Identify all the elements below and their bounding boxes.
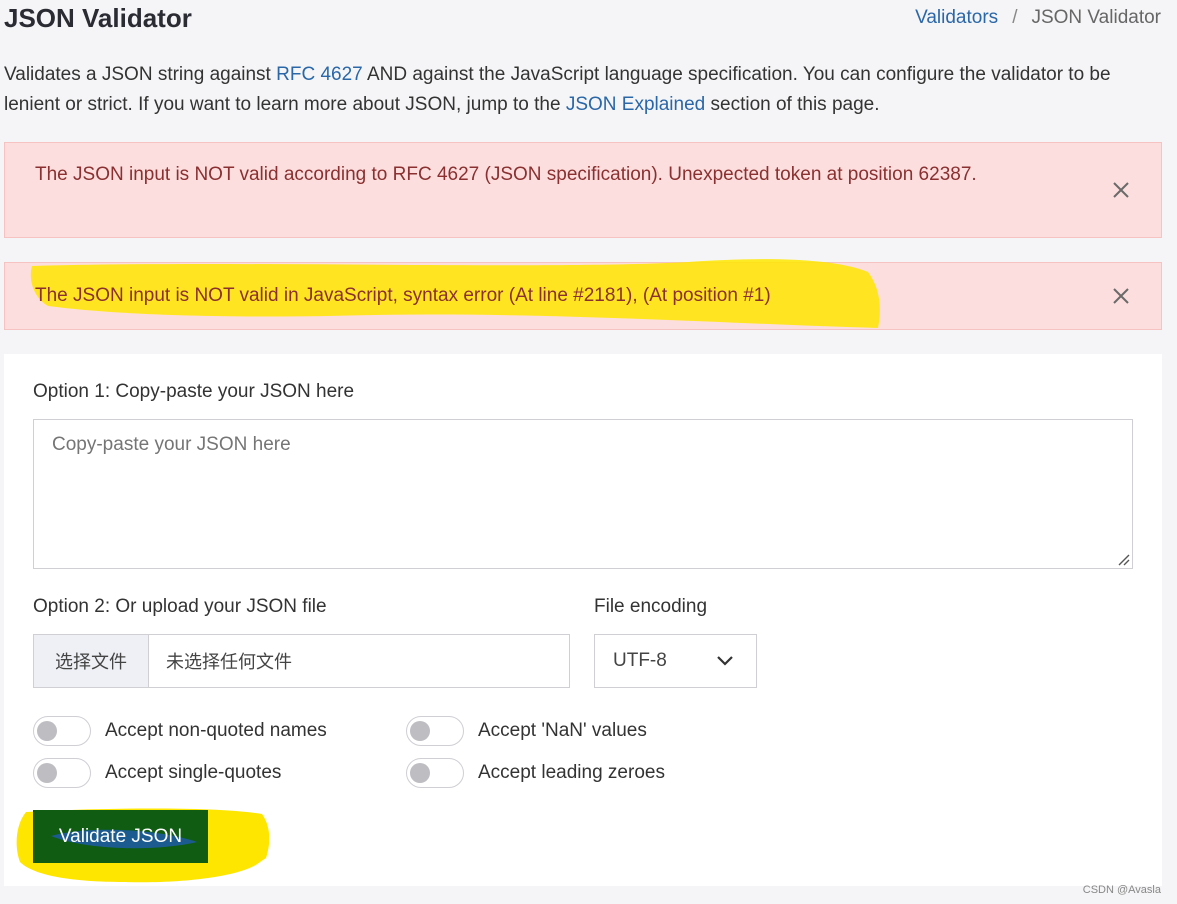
toggle-label: Accept 'NaN' values bbox=[478, 720, 647, 741]
intro-part: section of this page. bbox=[705, 94, 880, 115]
choose-file-button[interactable]: 选择文件 bbox=[34, 635, 149, 687]
chevron-down-icon bbox=[717, 656, 733, 666]
encoding-value: UTF-8 bbox=[613, 650, 667, 671]
toggle-knob bbox=[37, 721, 57, 741]
encoding-label: File encoding bbox=[594, 596, 708, 617]
rfc-4627-link[interactable]: RFC 4627 bbox=[276, 64, 363, 85]
toggle-label: Accept non-quoted names bbox=[105, 720, 327, 741]
breadcrumb-current: JSON Validator bbox=[1031, 7, 1161, 28]
validate-json-button[interactable]: Validate JSON bbox=[33, 810, 208, 863]
encoding-select[interactable]: UTF-8 bbox=[594, 634, 757, 688]
breadcrumb: Validators / JSON Validator bbox=[915, 7, 1161, 29]
file-upload-input[interactable]: 选择文件 未选择任何文件 bbox=[33, 634, 570, 688]
toggle-nan-values[interactable]: Accept 'NaN' values bbox=[406, 716, 647, 746]
validator-form: Option 1: Copy-paste your JSON here Opti… bbox=[4, 354, 1162, 886]
toggle-switch[interactable] bbox=[406, 758, 464, 788]
close-icon[interactable] bbox=[1111, 180, 1131, 200]
alert-message: The JSON input is NOT valid in JavaScrip… bbox=[35, 285, 771, 306]
resize-grip-icon[interactable] bbox=[1116, 552, 1130, 566]
toggle-leading-zeroes[interactable]: Accept leading zeroes bbox=[406, 758, 665, 788]
javascript-error-alert: The JSON input is NOT valid in JavaScrip… bbox=[4, 262, 1162, 330]
intro-part: Validates a JSON string against bbox=[4, 64, 277, 85]
toggle-single-quotes[interactable]: Accept single-quotes bbox=[33, 758, 281, 788]
close-icon[interactable] bbox=[1111, 286, 1131, 306]
toggle-switch[interactable] bbox=[33, 758, 91, 788]
alert-message: The JSON input is NOT valid according to… bbox=[35, 164, 977, 185]
option2-label: Option 2: Or upload your JSON file bbox=[33, 596, 327, 617]
toggle-switch[interactable] bbox=[33, 716, 91, 746]
file-status-text: 未选择任何文件 bbox=[166, 652, 292, 672]
toggle-knob bbox=[410, 721, 430, 741]
toggle-label: Accept single-quotes bbox=[105, 762, 282, 783]
toggle-knob bbox=[410, 763, 430, 783]
toggle-non-quoted-names[interactable]: Accept non-quoted names bbox=[33, 716, 327, 746]
json-textarea[interactable] bbox=[33, 419, 1133, 569]
toggle-switch[interactable] bbox=[406, 716, 464, 746]
rfc-error-alert: The JSON input is NOT valid according to… bbox=[4, 142, 1162, 238]
json-explained-link[interactable]: JSON Explained bbox=[566, 94, 705, 115]
intro-text: Validates a JSON string against RFC 4627… bbox=[4, 60, 1164, 120]
validate-json-label: Validate JSON bbox=[58, 825, 183, 847]
breadcrumb-separator: / bbox=[1012, 7, 1018, 28]
toggle-knob bbox=[37, 763, 57, 783]
option1-label: Option 1: Copy-paste your JSON here bbox=[33, 381, 355, 402]
breadcrumb-validators-link[interactable]: Validators bbox=[915, 7, 998, 29]
page-title: JSON Validator bbox=[4, 3, 192, 33]
watermark-text: CSDN @Avasla bbox=[1082, 884, 1161, 896]
toggle-label: Accept leading zeroes bbox=[478, 762, 665, 783]
